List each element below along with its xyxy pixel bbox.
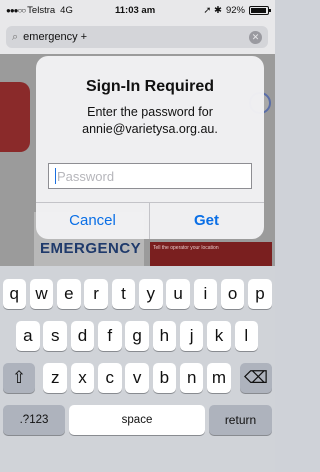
- clear-icon[interactable]: ✕: [249, 30, 262, 44]
- key-f[interactable]: f: [98, 321, 122, 351]
- password-field[interactable]: Password: [48, 163, 252, 189]
- emergency-label: EMERGENCY: [40, 240, 142, 257]
- dialog-message: Enter the password for annie@varietysa.o…: [82, 105, 218, 136]
- key-v[interactable]: v: [125, 363, 149, 393]
- status-right: ➚ ✱ 92%: [203, 4, 271, 16]
- search-query: emergency +: [23, 31, 88, 43]
- key-p[interactable]: p: [248, 279, 272, 309]
- key-h[interactable]: h: [152, 321, 177, 351]
- signal-strength-icon: ●●●○○: [6, 5, 26, 15]
- key-w[interactable]: w: [29, 279, 54, 309]
- sign-in-dialog: Sign-In Required Enter the password for …: [36, 56, 264, 239]
- panel-text: Tell the operator your location: [153, 245, 219, 251]
- key-j[interactable]: j: [179, 321, 204, 351]
- network-type: 4G: [60, 4, 73, 16]
- key-t[interactable]: t: [111, 279, 136, 309]
- key-s[interactable]: s: [43, 321, 67, 351]
- carrier-name: Telstra: [27, 4, 56, 16]
- key-k[interactable]: k: [207, 321, 231, 351]
- numbers-key[interactable]: .?123: [3, 405, 65, 435]
- key-m[interactable]: m: [207, 363, 231, 393]
- return-key[interactable]: return: [209, 405, 272, 435]
- carrier-info: ●●●○○ Telstra 4G: [6, 5, 73, 16]
- delete-key[interactable]: ⌫: [240, 363, 272, 393]
- status-bar: ●●●○○ Telstra 4G 11:03 am ➚ ✱ 92%: [0, 0, 275, 20]
- key-i[interactable]: i: [193, 279, 218, 309]
- key-o[interactable]: o: [220, 279, 245, 309]
- key-u[interactable]: u: [166, 279, 190, 309]
- status-time: 11:03 am: [115, 4, 156, 16]
- battery-percent: 92%: [225, 4, 245, 16]
- key-g[interactable]: g: [125, 321, 149, 351]
- battery-icon: [249, 5, 271, 15]
- keyboard: q w e r t y u i o p a s d f g h j k l ⇧ z x c v b n m ⌫ .?123 space re…: [0, 266, 275, 472]
- key-l[interactable]: l: [234, 321, 259, 351]
- space-key[interactable]: space: [69, 405, 205, 435]
- search-bar: ⌕ emergency + ✕: [0, 20, 275, 54]
- get-button[interactable]: Get: [150, 202, 263, 239]
- search-input[interactable]: ⌕ emergency + ✕: [6, 26, 268, 48]
- screenshot-thumbnail-2: Tell the operator your location: [150, 242, 272, 266]
- app-icon: [0, 82, 30, 152]
- text-cursor: [55, 168, 56, 184]
- key-r[interactable]: r: [84, 279, 108, 309]
- key-e[interactable]: e: [57, 279, 81, 309]
- dialog-title: Sign-In Required: [86, 78, 214, 95]
- key-c[interactable]: c: [98, 363, 122, 393]
- shift-key[interactable]: ⇧: [3, 363, 35, 393]
- key-d[interactable]: d: [70, 321, 95, 351]
- key-b[interactable]: b: [152, 363, 177, 393]
- cancel-button[interactable]: Cancel: [36, 202, 149, 239]
- key-n[interactable]: n: [179, 363, 204, 393]
- password-placeholder: Password: [57, 168, 115, 184]
- search-icon: ⌕: [12, 30, 19, 43]
- key-a[interactable]: a: [16, 321, 40, 351]
- key-z[interactable]: z: [43, 363, 67, 393]
- key-x[interactable]: x: [70, 363, 95, 393]
- key-y[interactable]: y: [139, 279, 163, 309]
- key-q[interactable]: q: [2, 279, 26, 309]
- location-bluetooth-icons: ➚ ✱: [203, 4, 222, 16]
